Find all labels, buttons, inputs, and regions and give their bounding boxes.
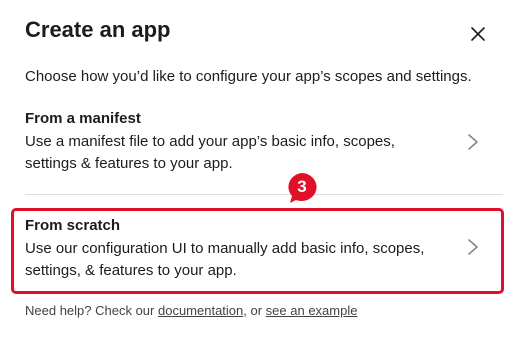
option-title: From a manifest bbox=[25, 110, 141, 127]
help-footer: Need help? Check our documentation, or s… bbox=[25, 303, 357, 318]
step-badge: 3 bbox=[286, 172, 318, 204]
option-description: Use a manifest file to add your app’s ba… bbox=[25, 133, 395, 172]
documentation-link[interactable]: documentation bbox=[158, 303, 243, 318]
from-manifest-option[interactable]: From a manifest Use a manifest file to a… bbox=[25, 110, 503, 176]
see-example-link[interactable]: see an example bbox=[266, 303, 358, 318]
highlight-box bbox=[11, 208, 504, 294]
footer-prefix: Need help? Check our bbox=[25, 303, 158, 318]
create-app-dialog: Create an app Choose how you’d like to c… bbox=[0, 0, 512, 349]
step-number: 3 bbox=[297, 177, 307, 196]
close-icon bbox=[471, 27, 485, 41]
footer-middle: , or bbox=[243, 303, 266, 318]
dialog-subtitle: Choose how you’d like to configure your … bbox=[25, 68, 472, 85]
close-button[interactable] bbox=[466, 22, 490, 46]
divider bbox=[25, 194, 503, 195]
chevron-right-icon bbox=[468, 134, 478, 150]
dialog-title: Create an app bbox=[25, 17, 171, 42]
